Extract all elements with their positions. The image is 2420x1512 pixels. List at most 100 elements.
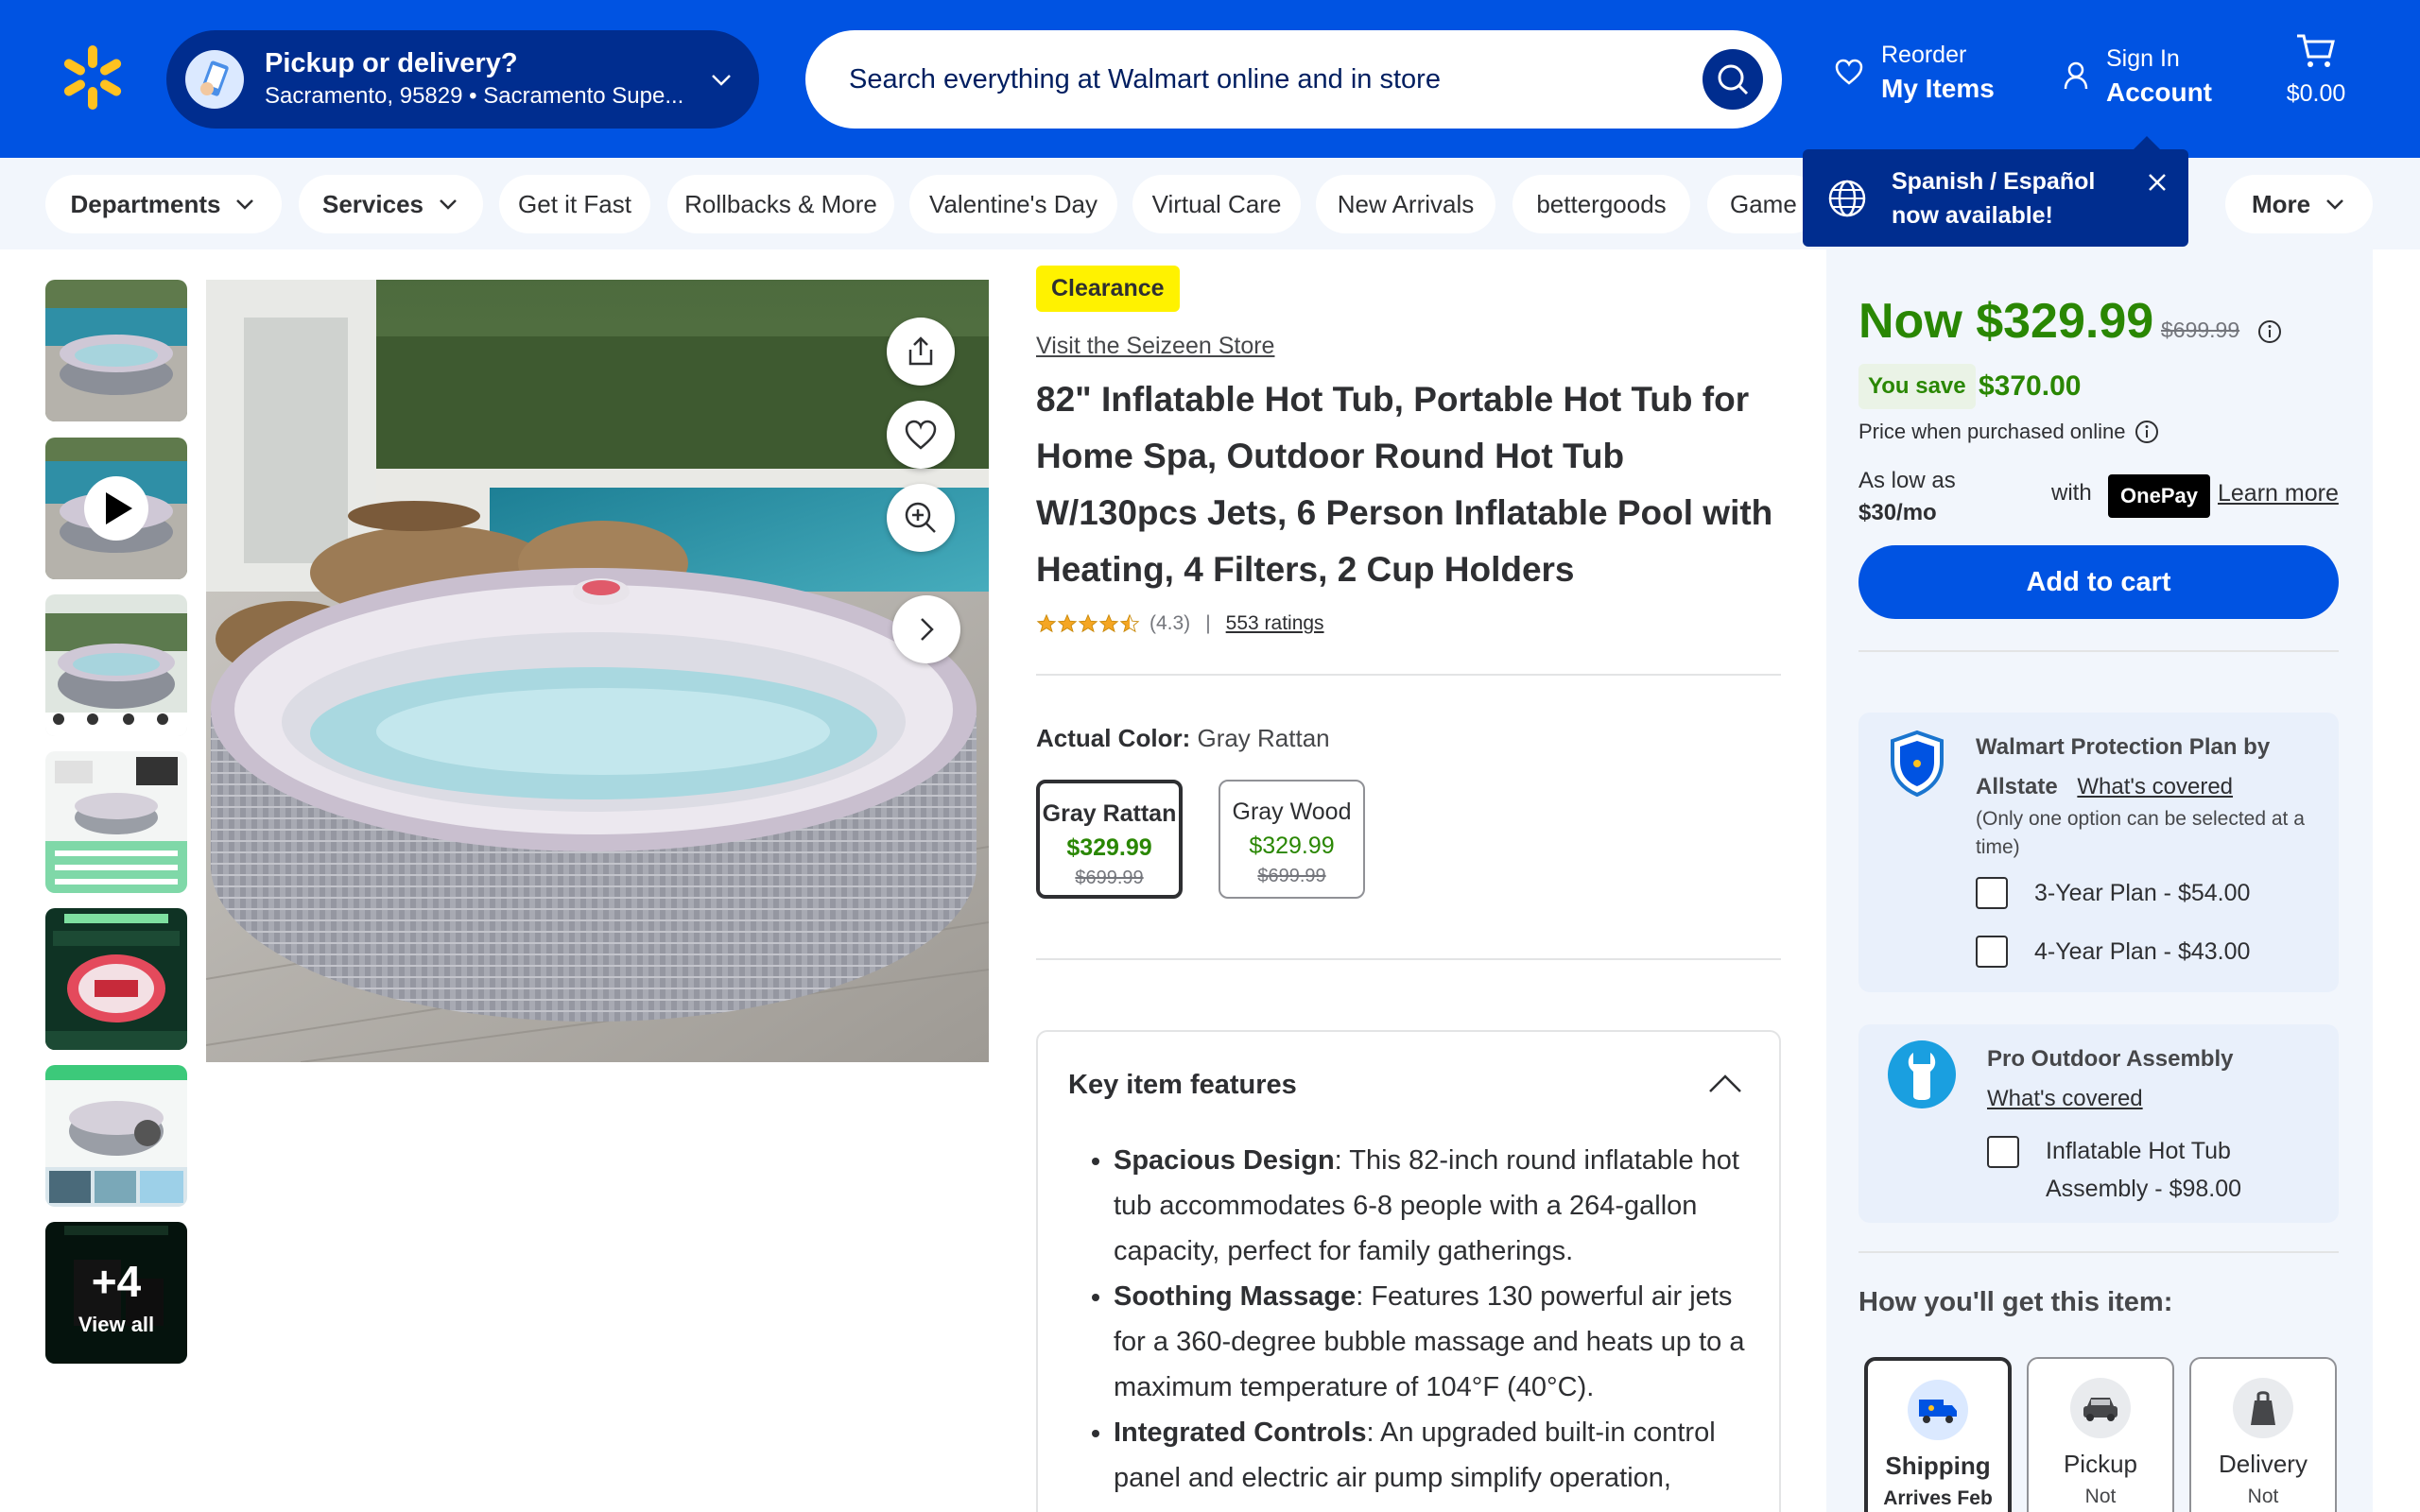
shipping-truck-icon — [1908, 1380, 1968, 1440]
walmart-spark-logo[interactable] — [59, 43, 127, 112]
checkbox[interactable] — [1976, 877, 2008, 909]
store-link[interactable]: Visit the Seizeen Store — [1036, 333, 1274, 360]
plan-label: 3-Year Plan - $54.00 — [2034, 879, 2251, 906]
rating-separator: | — [1205, 612, 1211, 634]
reorder-label: Reorder — [1881, 42, 1967, 68]
ratings-link[interactable]: 553 ratings — [1226, 612, 1324, 635]
variant-price: $329.99 — [1066, 834, 1152, 861]
thumbnail-6[interactable] — [45, 1065, 187, 1207]
learn-more-link[interactable]: Learn more — [2218, 480, 2339, 507]
as-low-as: As low as $30/mo — [1858, 465, 1956, 529]
add-to-cart-button[interactable]: Add to cart — [1858, 545, 2339, 619]
heart-icon — [905, 420, 937, 450]
price-note: Price when purchased online — [1858, 420, 2126, 443]
protection-title-line2: Allstate — [1976, 774, 2058, 799]
chevron-up-icon[interactable] — [1707, 1072, 1743, 1094]
pickup-delivery-selector[interactable]: Pickup or delivery? Sacramento, 95829 • … — [166, 30, 759, 129]
variant-was-price: $699.99 — [1075, 868, 1144, 888]
user-icon — [2064, 61, 2088, 90]
globe-icon — [1828, 180, 1866, 216]
variant-gray-wood[interactable]: Gray Wood $329.99 $699.99 — [1219, 780, 1365, 899]
plan-label: 4-Year Plan - $43.00 — [2034, 937, 2251, 965]
protection-note: (Only one option can be selected at a ti… — [1976, 808, 2305, 858]
protection-title: Walmart Protection Plan by Allstate What… — [1976, 728, 2316, 807]
sign-in-account[interactable]: Sign In Account — [2063, 42, 2212, 110]
info-icon[interactable] — [2135, 420, 2159, 444]
search-input[interactable] — [849, 30, 1700, 129]
assembly-whats-covered[interactable]: What's covered — [1987, 1086, 2143, 1111]
fulfillment-pickup[interactable]: Pickup Not — [2027, 1357, 2174, 1512]
search-bar — [805, 30, 1782, 129]
nav-virtual-care[interactable]: Virtual Care — [1132, 175, 1301, 233]
star-icon — [1057, 613, 1078, 633]
share-button[interactable] — [887, 318, 955, 386]
cart-icon — [2297, 34, 2335, 67]
rating-value: (4.3) — [1150, 612, 1191, 634]
key-features-panel: Key item features Spacious Design: This … — [1036, 1030, 1781, 1512]
variant-gray-rattan[interactable]: Gray Rattan $329.99 $699.99 — [1036, 780, 1183, 899]
thumbnail-4[interactable] — [45, 751, 187, 893]
nav-more[interactable]: More — [2225, 175, 2373, 233]
account-label: Account — [2106, 77, 2212, 107]
divider — [1858, 650, 2339, 652]
current-price: Now $329.99 — [1858, 294, 2154, 349]
shield-icon — [1891, 730, 1944, 798]
thumbnail-3[interactable] — [45, 594, 187, 736]
nav-valentines-day[interactable]: Valentine's Day — [909, 175, 1117, 233]
checkbox[interactable] — [1987, 1136, 2019, 1168]
color-label-row: Actual Color: Gray Rattan — [1036, 724, 1330, 753]
checkbox[interactable] — [1976, 936, 2008, 968]
onepay-logo: OnePay — [2108, 474, 2210, 518]
divider — [1036, 674, 1781, 676]
fulfillment-shipping[interactable]: Shipping Arrives Feb — [1864, 1357, 2012, 1512]
favorite-button[interactable] — [887, 401, 955, 469]
feature-item: Spacious Design: This 82-inch round infl… — [1114, 1138, 1747, 1274]
nav-services[interactable]: Services — [299, 175, 483, 233]
assembly-option[interactable]: Inflatable Hot Tub Assembly - $98.00 — [1987, 1132, 2241, 1208]
rating-row: (4.3) | 553 ratings — [1036, 612, 1324, 635]
pickup-title: Pickup or delivery? — [265, 48, 518, 78]
info-icon[interactable] — [2257, 319, 2282, 344]
protection-plan-card: Walmart Protection Plan by Allstate What… — [1858, 713, 2339, 992]
product-main-image[interactable] — [206, 280, 989, 1062]
chevron-down-icon — [440, 199, 457, 210]
plan-3-year[interactable]: 3-Year Plan - $54.00 — [1976, 877, 2250, 909]
close-icon[interactable] — [2143, 168, 2171, 197]
thumbnail-5[interactable] — [45, 908, 187, 1050]
nav-more-label: More — [2251, 189, 2311, 218]
feature-head: Soothing Massage — [1114, 1281, 1357, 1312]
search-button[interactable] — [1703, 49, 1763, 110]
was-price: $699.99 — [2161, 318, 2240, 342]
share-icon — [908, 336, 933, 366]
nav-departments[interactable]: Departments — [45, 175, 282, 233]
you-save-badge: You save — [1858, 364, 1976, 409]
variant-was-price: $699.99 — [1257, 866, 1326, 886]
next-image-button[interactable] — [892, 595, 960, 663]
nav-get-it-fast[interactable]: Get it Fast — [499, 175, 650, 233]
nav-new-arrivals[interactable]: New Arrivals — [1316, 175, 1495, 233]
chevron-down-icon — [236, 199, 254, 210]
you-save-amount: $370.00 — [1979, 370, 2082, 402]
assembly-option-line2: Assembly - $98.00 — [2046, 1176, 2242, 1202]
protection-whats-covered[interactable]: What's covered — [2077, 774, 2233, 799]
zoom-button[interactable] — [887, 484, 955, 552]
assembly-title: Pro Outdoor Assembly What's covered — [1987, 1040, 2308, 1119]
thumbnail-1[interactable] — [45, 280, 187, 421]
my-items-label: My Items — [1881, 74, 1995, 103]
variant-price: $329.99 — [1249, 833, 1335, 859]
nav-bettergoods[interactable]: bettergoods — [1512, 175, 1690, 233]
variant-name: Gray Rattan — [1042, 800, 1177, 827]
thumbnail-video[interactable] — [45, 438, 187, 579]
clearance-badge: Clearance — [1036, 266, 1180, 312]
star-icon — [1098, 613, 1119, 633]
nav-rollbacks[interactable]: Rollbacks & More — [667, 175, 894, 233]
view-all-thumbnails[interactable]: +4 View all — [45, 1222, 187, 1364]
fulfillment-delivery[interactable]: Delivery Not — [2189, 1357, 2337, 1512]
fulfillment-name: Shipping — [1885, 1452, 1991, 1480]
reorder-my-items[interactable]: Reorder My Items — [1834, 38, 1995, 106]
search-icon — [1718, 64, 1749, 95]
product-title: 82" Inflatable Hot Tub, Portable Hot Tub… — [1036, 380, 1773, 589]
plan-4-year[interactable]: 4-Year Plan - $43.00 — [1976, 936, 2250, 968]
cart-button[interactable]: $0.00 — [2278, 32, 2354, 108]
pickup-phone-icon — [185, 50, 244, 109]
